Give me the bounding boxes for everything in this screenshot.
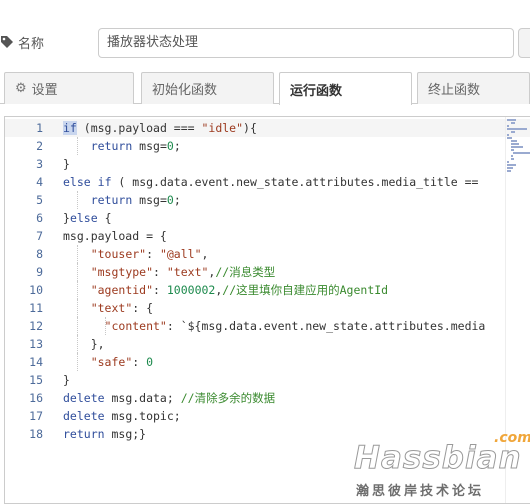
code-text: msg.payload = {	[63, 229, 167, 243]
name-label-text: 名称	[18, 36, 45, 52]
minimap-line	[507, 170, 511, 172]
code-line[interactable]: 13 },	[5, 335, 530, 353]
minimap-line	[507, 161, 509, 163]
minimap-line	[511, 155, 513, 157]
code-text: "agentid": 1000002,//这里填你自建应用的AgentId	[90, 283, 389, 297]
code-line[interactable]: 17 delete msg.topic;	[5, 407, 530, 425]
minimap-line	[511, 140, 517, 142]
code-text: delete msg.topic;	[63, 409, 181, 423]
minimap-line	[511, 131, 515, 133]
tab-settings[interactable]: ⚙ 设置	[4, 72, 134, 104]
tab-close-function-label: 终止函数	[428, 83, 481, 98]
minimap-line	[507, 167, 513, 169]
gear-icon: ⚙	[15, 81, 27, 96]
code-line[interactable]: 14 "safe": 0	[5, 353, 530, 371]
code-text: "content": `${msg.data.event.new_state.a…	[104, 319, 486, 333]
code-text: delete msg.data; //清除多余的数据	[63, 391, 276, 405]
icon-picker-button[interactable]	[518, 28, 530, 58]
line-number: 8	[36, 247, 43, 261]
minimap-line	[511, 158, 514, 160]
minimap-line	[507, 134, 509, 136]
line-number: 1	[36, 121, 43, 135]
line-number: 4	[36, 175, 43, 189]
code-text: }else {	[63, 211, 112, 225]
code-line[interactable]: 16 delete msg.data; //清除多余的数据	[5, 389, 530, 407]
tab-init-function[interactable]: 初始化函数	[141, 72, 274, 104]
minimap-line	[511, 146, 523, 148]
line-number: 5	[36, 193, 43, 207]
tab-run-function[interactable]: 运行函数	[279, 72, 412, 105]
code-line[interactable]: 11 "text": {	[5, 299, 530, 317]
code-text: return msg;}	[63, 427, 147, 441]
code-text: "msgtype": "text",//消息类型	[90, 265, 276, 279]
minimap-line	[511, 143, 519, 145]
code-line[interactable]: 7 msg.payload = {	[5, 227, 530, 245]
watermark-tld: .com	[494, 430, 530, 446]
line-number: 14	[29, 355, 43, 369]
tag-icon	[1, 36, 13, 48]
code-text: return msg=0;	[90, 193, 181, 207]
tab-settings-label: 设置	[31, 83, 58, 98]
line-number: 11	[29, 301, 43, 315]
line-number: 16	[29, 391, 43, 405]
code-line[interactable]: 4 else if ( msg.data.event.new_state.attr…	[5, 173, 530, 191]
code-text: }	[63, 373, 70, 387]
code-line[interactable]: 8 "touser": "@all",	[5, 245, 530, 263]
watermark-logo: Hassbian .com 瀚思彼岸技术论坛	[350, 430, 530, 500]
line-number: 18	[29, 427, 43, 441]
minimap-line	[507, 119, 516, 121]
line-number: 12	[29, 319, 43, 333]
code-line[interactable]: 15}	[5, 371, 530, 389]
line-number: 2	[36, 139, 43, 153]
name-input[interactable]: 播放器状态处理	[98, 28, 514, 58]
minimap-line	[511, 149, 514, 151]
code-line[interactable]: 1 if (msg.payload === "idle"){	[5, 119, 530, 137]
minimap-line	[513, 152, 530, 154]
code-text: if (msg.payload === "idle"){	[63, 121, 257, 135]
code-line[interactable]: 5 return msg=0;	[5, 191, 530, 209]
minimap-line	[507, 164, 516, 166]
minimap-line	[507, 137, 512, 139]
code-line[interactable]: 9 "msgtype": "text",//消息类型	[5, 263, 530, 281]
code-text: },	[63, 337, 105, 351]
code-line[interactable]: 6 }else {	[5, 209, 530, 227]
code-text: "safe": 0	[90, 355, 154, 369]
line-number: 17	[29, 409, 43, 423]
name-label: 名称	[0, 30, 44, 54]
minimap-line	[507, 128, 527, 130]
code-text: }	[63, 157, 70, 171]
tab-close-function[interactable]: 终止函数	[417, 72, 530, 104]
tab-init-function-label: 初始化函数	[152, 83, 218, 98]
code-line[interactable]: 10 "agentid": 1000002,//这里填你自建应用的AgentId	[5, 281, 530, 299]
code-line[interactable]: 12 "content": `${msg.data.event.new_stat…	[5, 317, 530, 335]
minimap-line	[511, 122, 515, 124]
tab-run-function-label: 运行函数	[290, 83, 343, 99]
code-text: "touser": "@all",	[90, 247, 209, 261]
code-text: else if ( msg.data.event.new_state.attri…	[63, 175, 479, 189]
code-line[interactable]: 3}	[5, 155, 530, 173]
tab-bar: ⚙ 设置 初始化函数 运行函数 终止函数	[0, 72, 530, 105]
line-number: 15	[29, 373, 43, 387]
line-number: 3	[36, 157, 43, 171]
code-text: "text": {	[90, 301, 154, 315]
minimap-line	[507, 125, 509, 127]
watermark-subtitle: 瀚思彼岸技术论坛	[356, 484, 485, 499]
line-number: 7	[36, 229, 43, 243]
code-line[interactable]: 2 return msg=0;	[5, 137, 530, 155]
code-lines[interactable]: 1 if (msg.payload === "idle"){ 2 return ms…	[5, 119, 530, 443]
line-number: 13	[29, 337, 43, 351]
line-number: 10	[29, 283, 43, 297]
code-text: return msg=0;	[90, 139, 181, 153]
code-minimap[interactable]	[507, 119, 530, 172]
line-number: 6	[36, 211, 43, 225]
line-number: 9	[36, 265, 43, 279]
